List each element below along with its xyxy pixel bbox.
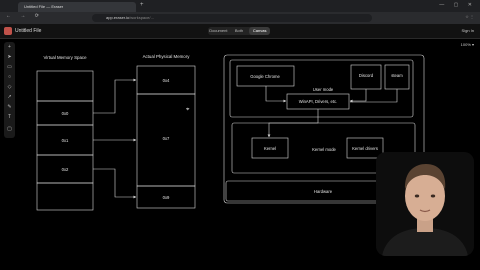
rectangle-icon[interactable]: ▭: [6, 64, 13, 71]
winapi-label: WinAPI, Drivers, etc.: [299, 99, 338, 104]
url-path: /workspace/…: [129, 15, 155, 20]
steam-to-winapi-arrow[interactable]: [350, 89, 398, 103]
physical-frame-0x4-label: 0x4: [163, 78, 170, 83]
cursor-icon[interactable]: ➤: [6, 54, 13, 61]
webcam-overlay: [376, 152, 474, 256]
address-bar[interactable]: app.eraser.io/workspace/…: [92, 14, 372, 22]
mapping-arrow-0[interactable]: [93, 78, 137, 114]
discord-to-winapi-arrow[interactable]: [349, 89, 367, 103]
chrome-to-winapi-arrow[interactable]: [265, 86, 287, 103]
new-tab-button[interactable]: +: [140, 2, 144, 8]
user-mode-label: User mode: [313, 87, 334, 92]
kernel-label: Kernel: [264, 146, 276, 151]
physical-memory-title: Actual Physical Memory: [143, 54, 191, 59]
ellipse-icon[interactable]: ○: [6, 74, 13, 81]
arrow-icon[interactable]: ↗: [6, 94, 13, 101]
virtual-page-1-label: 0x1: [62, 138, 69, 143]
sign-in-button[interactable]: Sign In: [462, 28, 474, 33]
kernel-drivers-label: Kernel drivers: [352, 146, 378, 151]
google-chrome-label: Google Chrome: [250, 74, 280, 79]
physical-frame-0x7-label: 0x7: [163, 136, 170, 141]
eraser-logo-icon[interactable]: [4, 27, 12, 35]
tool-palette: + ➤ ▭ ○ ◇ ↗ ✎ T ▢: [4, 42, 15, 138]
physical-frame-0x9-label: 0x9: [163, 195, 170, 200]
discord-label: Discord: [359, 73, 374, 78]
tab-canvas[interactable]: Canvas: [249, 27, 271, 35]
virtual-memory-title: Virtual Memory Space: [43, 55, 87, 60]
virtual-page-0-label: 0x0: [62, 111, 69, 116]
browser-tab[interactable]: Untitled File — Eraser: [18, 2, 136, 12]
virtual-block-top[interactable]: [36, 70, 94, 102]
kernel-mode-label: Kernel mode: [312, 147, 336, 152]
diamond-icon[interactable]: ◇: [6, 84, 13, 91]
steam-label: steam: [391, 73, 403, 78]
window-controls[interactable]: — ▢ ✕: [439, 2, 476, 8]
url-host: app.eraser.io: [106, 15, 130, 20]
view-mode-tabs: Document Both Canvas: [208, 27, 271, 35]
virtual-page-2-label: 0x2: [62, 167, 69, 172]
text-icon[interactable]: T: [6, 114, 13, 121]
file-title[interactable]: Untitled File: [15, 28, 41, 34]
nav-buttons[interactable]: ← → ⟳: [6, 13, 43, 19]
browser-extension-icons[interactable]: ☆ ⋮: [465, 14, 474, 19]
cursor-pointer-icon: ⌖: [186, 107, 190, 113]
pen-icon[interactable]: ✎: [6, 104, 13, 111]
mapping-arrow-2[interactable]: [93, 168, 137, 199]
virtual-block-bottom[interactable]: [36, 182, 94, 211]
presenter-video: [376, 152, 474, 256]
hardware-label: Hardware: [314, 189, 333, 194]
note-icon[interactable]: ▢: [6, 126, 13, 133]
plus-icon[interactable]: +: [6, 44, 13, 51]
tab-both[interactable]: Both: [229, 27, 250, 35]
tab-document[interactable]: Document: [208, 27, 229, 35]
